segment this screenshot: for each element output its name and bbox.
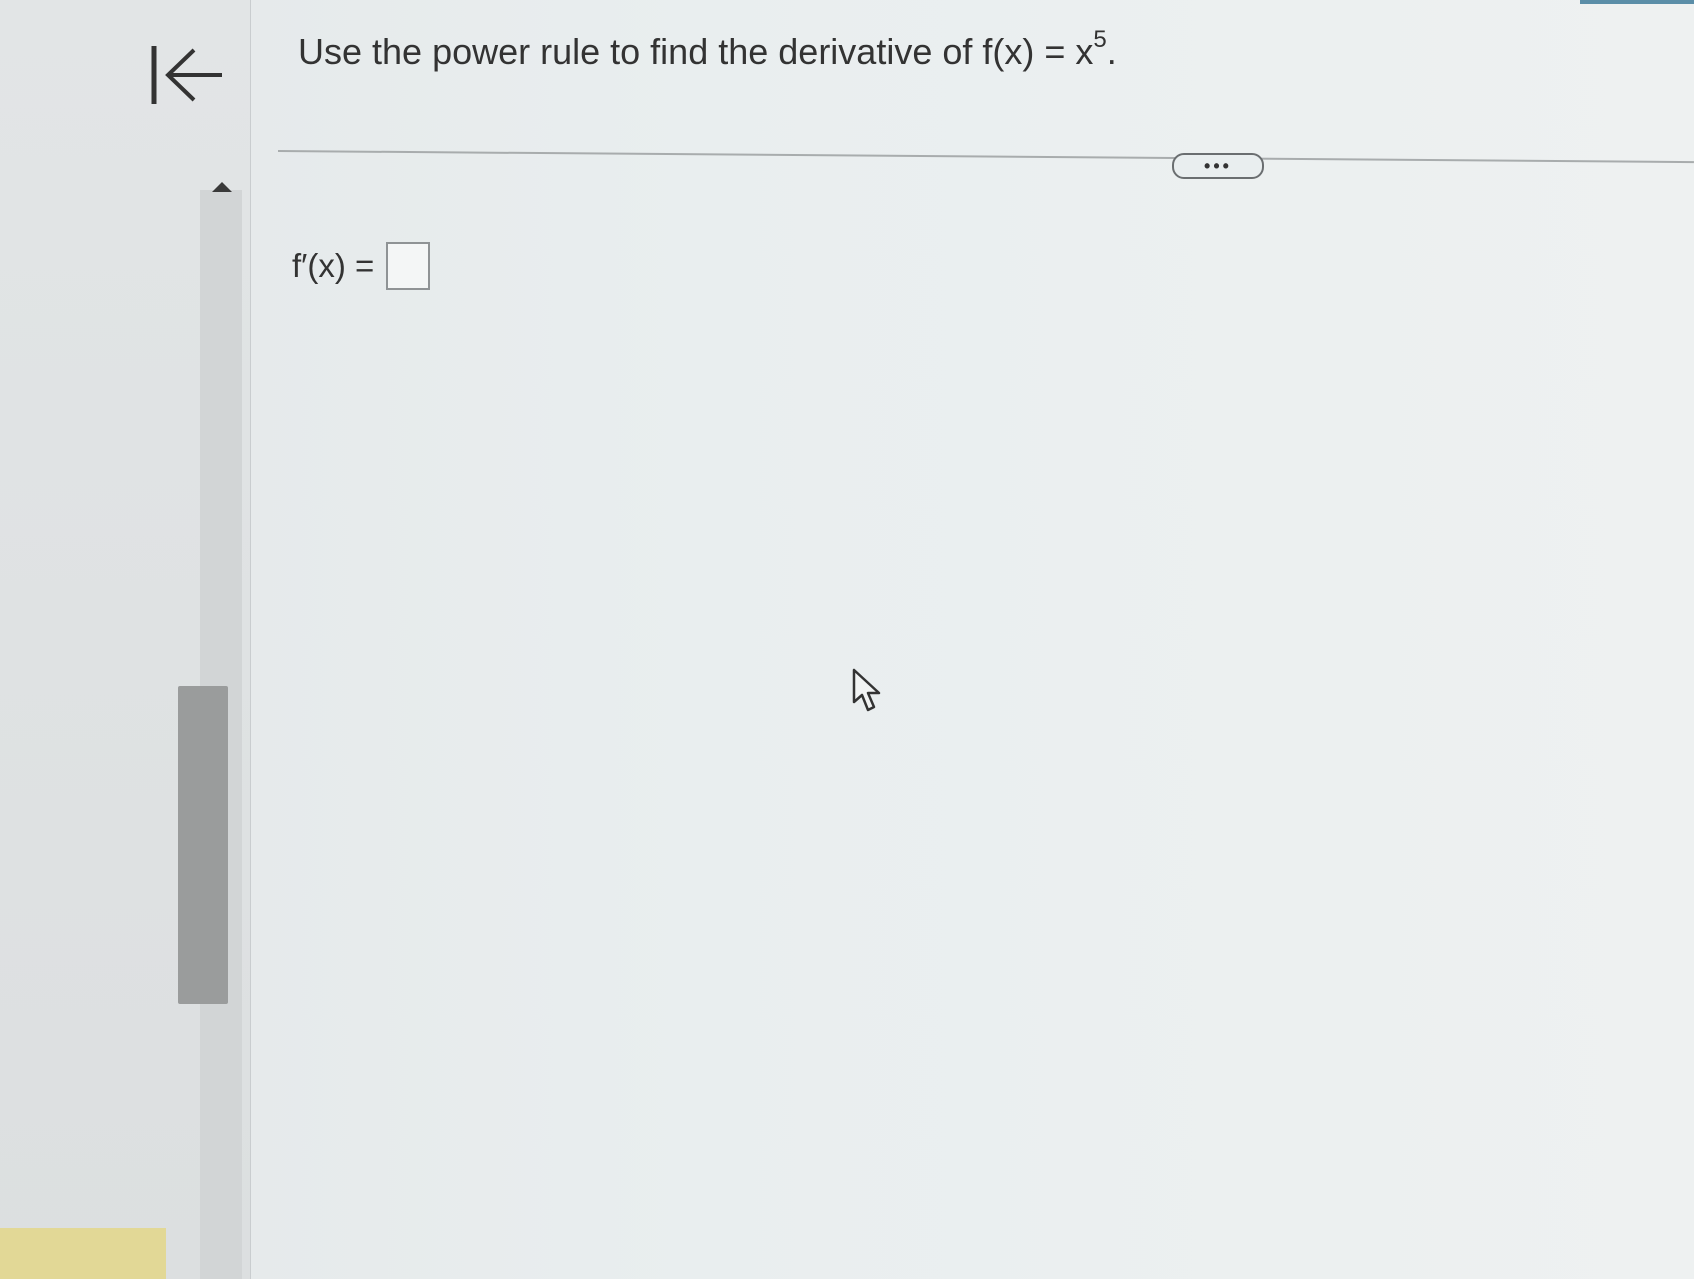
scrollbar-thumb[interactable] bbox=[178, 686, 228, 1004]
mouse-pointer-icon bbox=[852, 668, 882, 714]
answer-label: f′(x) = bbox=[292, 247, 375, 284]
question-exponent: 5 bbox=[1093, 26, 1107, 53]
answer-input[interactable] bbox=[386, 242, 431, 290]
screen: Use the power rule to find the derivativ… bbox=[0, 0, 1694, 1279]
section-divider bbox=[277, 150, 1694, 164]
arrow-left-to-bar-icon bbox=[151, 46, 222, 104]
question-text: Use the power rule to find the derivativ… bbox=[298, 26, 1117, 73]
top-accent-bar bbox=[1580, 0, 1694, 4]
question-suffix: . bbox=[1106, 31, 1117, 72]
highlight-strip bbox=[0, 1228, 166, 1279]
question-prefix: Use the power rule to find the derivativ… bbox=[298, 31, 1094, 72]
back-to-start-icon[interactable] bbox=[150, 40, 226, 110]
expand-more-button[interactable]: ••• bbox=[1172, 153, 1264, 179]
answer-row: f′(x) = bbox=[292, 242, 431, 290]
scroll-up-arrow-icon[interactable] bbox=[212, 182, 232, 192]
